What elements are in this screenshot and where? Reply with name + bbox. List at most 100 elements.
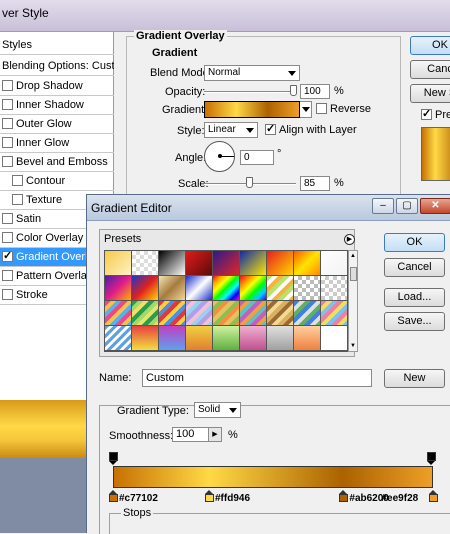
texture-checkbox[interactable] — [12, 194, 23, 205]
preset-swatch[interactable] — [294, 301, 321, 326]
inner-shadow-checkbox[interactable] — [2, 99, 13, 110]
layer-style-ok-button[interactable]: OK — [410, 36, 450, 55]
minimize-icon[interactable]: – — [372, 198, 394, 214]
align-with-layer-checkbox[interactable] — [265, 122, 276, 135]
chevron-down-icon — [288, 71, 296, 76]
reverse-checkbox[interactable] — [316, 103, 327, 114]
list-item-inner-shadow[interactable]: Inner Shadow — [0, 96, 114, 115]
layer-style-cancel-button[interactable]: Canc — [410, 60, 450, 79]
inner-glow-checkbox[interactable] — [2, 137, 13, 148]
preset-swatch[interactable] — [186, 326, 213, 351]
preset-swatch[interactable] — [267, 276, 294, 301]
preset-swatch[interactable] — [159, 276, 186, 301]
preset-swatch[interactable] — [159, 301, 186, 326]
save-button[interactable]: Save... — [384, 312, 445, 331]
angle-dial[interactable] — [204, 141, 235, 172]
preset-swatch[interactable] — [186, 276, 213, 301]
opacity-input[interactable]: 100 — [300, 84, 330, 99]
preset-swatch[interactable] — [213, 301, 240, 326]
preset-swatch[interactable] — [294, 251, 321, 276]
list-item-contour[interactable]: Contour — [0, 172, 114, 191]
contour-checkbox[interactable] — [12, 175, 23, 186]
preset-swatch[interactable] — [159, 251, 186, 276]
bevel-emboss-checkbox[interactable] — [2, 156, 13, 167]
gradient-overlay-checkbox[interactable] — [2, 249, 13, 262]
preset-swatch[interactable] — [213, 251, 240, 276]
preset-swatch[interactable] — [132, 276, 159, 301]
color-stop[interactable] — [108, 490, 118, 502]
opacity-slider-thumb[interactable] — [290, 85, 297, 96]
preset-swatch[interactable] — [267, 326, 294, 351]
preset-swatch[interactable] — [294, 326, 321, 351]
new-style-button[interactable]: New S — [410, 84, 450, 103]
list-item-bevel-emboss[interactable]: Bevel and Emboss — [0, 153, 114, 172]
gradient-type-select[interactable]: Solid — [194, 402, 241, 418]
preset-swatch[interactable] — [267, 251, 294, 276]
preset-swatch[interactable] — [132, 301, 159, 326]
smoothness-stepper-icon[interactable]: ▶ — [208, 427, 222, 442]
scale-slider-thumb[interactable] — [246, 177, 253, 188]
preset-swatch[interactable] — [294, 276, 321, 301]
preset-swatch[interactable] — [186, 251, 213, 276]
preset-swatch[interactable] — [240, 276, 267, 301]
presets-scroll-thumb[interactable] — [350, 267, 357, 281]
ge-cancel-button[interactable]: Cancel — [384, 258, 445, 277]
preset-swatch[interactable] — [105, 326, 132, 351]
load-button[interactable]: Load... — [384, 288, 445, 307]
preview-checkbox[interactable] — [421, 107, 432, 120]
preset-swatch[interactable] — [321, 276, 348, 301]
preset-swatch[interactable] — [321, 251, 348, 276]
opacity-stop-left[interactable] — [109, 452, 118, 465]
list-item-styles[interactable]: Styles — [0, 36, 114, 55]
maximize-icon[interactable]: ▢ — [396, 198, 418, 214]
preset-swatch[interactable] — [132, 326, 159, 351]
preset-swatch[interactable] — [213, 326, 240, 351]
preset-swatch[interactable] — [321, 326, 348, 351]
preset-swatch[interactable] — [105, 251, 132, 276]
gradient-picker[interactable] — [204, 101, 300, 118]
color-stop[interactable] — [338, 490, 348, 502]
drop-shadow-checkbox[interactable] — [2, 80, 13, 91]
gradient-ramp[interactable] — [113, 466, 433, 488]
presets-menu-icon[interactable]: ▶ — [344, 234, 355, 245]
satin-checkbox[interactable] — [2, 213, 13, 224]
preset-swatch[interactable] — [186, 301, 213, 326]
preset-swatch[interactable] — [240, 301, 267, 326]
new-gradient-button[interactable]: New — [384, 369, 445, 388]
opacity-slider[interactable] — [204, 91, 296, 93]
gradient-dropdown[interactable] — [300, 101, 312, 118]
chevron-up-icon[interactable]: ▲ — [350, 253, 356, 259]
presets-scrollbar[interactable]: ▲ ▼ — [348, 250, 358, 352]
chevron-down-icon[interactable]: ▼ — [350, 343, 356, 349]
smoothness-input[interactable]: 100 — [172, 427, 212, 442]
preset-swatch[interactable] — [159, 326, 186, 351]
name-input[interactable]: Custom — [142, 369, 372, 387]
ge-ok-button[interactable]: OK — [384, 233, 445, 252]
preset-swatch[interactable] — [240, 251, 267, 276]
list-item-blending-options[interactable]: Blending Options: Custom — [0, 57, 114, 76]
blend-mode-select[interactable]: Normal — [204, 65, 300, 81]
list-item-inner-glow[interactable]: Inner Glow — [0, 134, 114, 153]
scale-input[interactable]: 85 — [300, 176, 330, 191]
preset-swatch[interactable] — [240, 326, 267, 351]
angle-input[interactable]: 0 — [240, 150, 274, 165]
style-label: Style: — [177, 125, 205, 137]
pattern-overlay-checkbox[interactable] — [2, 270, 13, 281]
preset-swatch[interactable] — [105, 276, 132, 301]
preset-swatch[interactable] — [105, 301, 132, 326]
preset-swatch[interactable] — [132, 251, 159, 276]
color-stop[interactable] — [204, 490, 214, 502]
outer-glow-checkbox[interactable] — [2, 118, 13, 129]
color-stop[interactable] — [428, 490, 438, 502]
close-icon[interactable]: ✕ — [420, 198, 450, 214]
preset-swatch[interactable] — [213, 276, 240, 301]
color-overlay-checkbox[interactable] — [2, 232, 13, 243]
preset-swatch[interactable] — [267, 301, 294, 326]
list-item-outer-glow[interactable]: Outer Glow — [0, 115, 114, 134]
style-value: Linear — [208, 124, 236, 135]
list-item-drop-shadow[interactable]: Drop Shadow — [0, 77, 114, 96]
style-select[interactable]: Linear — [204, 122, 258, 138]
preset-swatch[interactable] — [321, 301, 348, 326]
opacity-stop-right[interactable] — [427, 452, 436, 465]
stroke-checkbox[interactable] — [2, 289, 13, 300]
